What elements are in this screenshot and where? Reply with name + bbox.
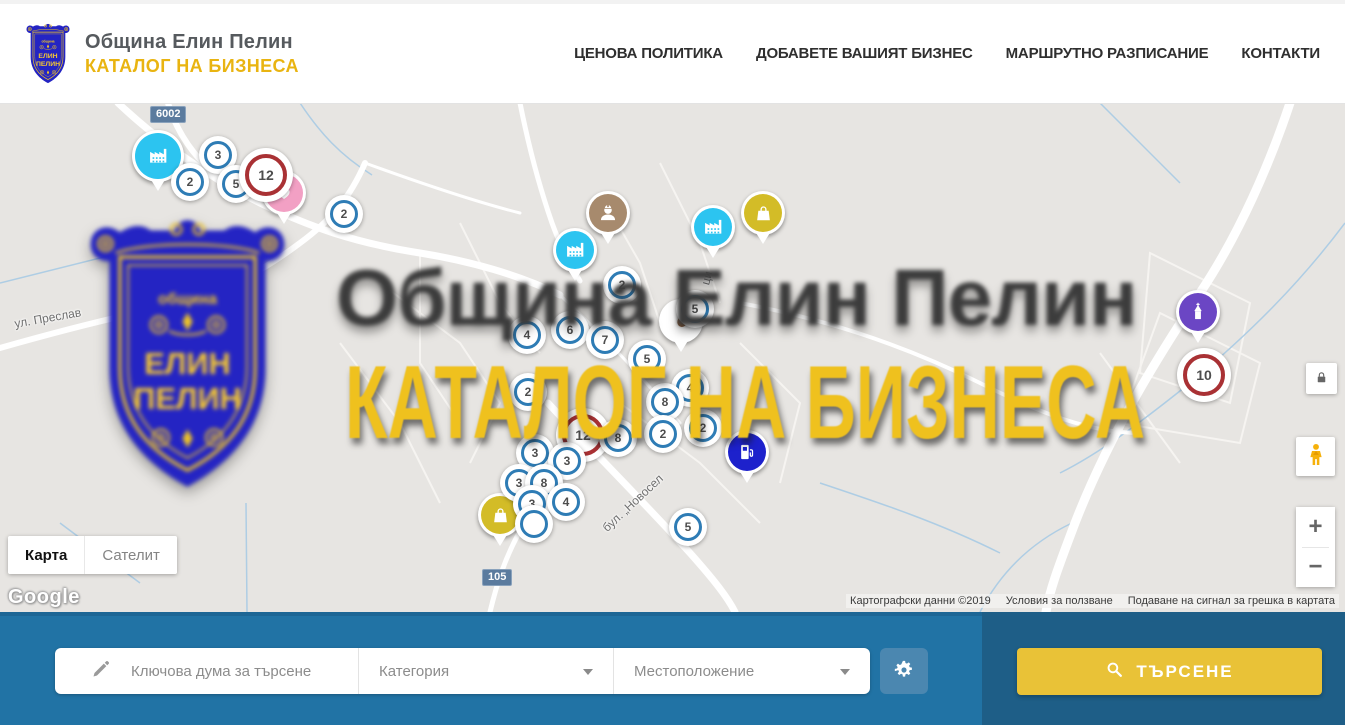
lock-icon [1314, 370, 1329, 388]
zoom-control: + − [1296, 507, 1335, 587]
search-icon [1105, 660, 1124, 684]
map-watermark-title: Община Елин Пелин [336, 258, 1137, 338]
location-select-label: Местоположение [634, 663, 754, 680]
cluster-marker[interactable]: 5 [669, 508, 707, 546]
category-select-label: Категория [379, 663, 449, 680]
cluster-count: 10 [1183, 354, 1225, 396]
attribution-copyright: Картографски данни ©2019 [850, 595, 991, 607]
search-button[interactable]: ТЪРСЕНЕ [1017, 648, 1322, 695]
pegman-icon [1303, 442, 1329, 471]
map-canvas[interactable]: ул. Преславбул. „Новоселци6002105 325122… [0, 103, 1345, 612]
emblem-top-text: община [158, 291, 218, 308]
cluster-count [520, 510, 548, 538]
gear-icon [893, 659, 915, 684]
pin-marker-church[interactable] [1176, 290, 1220, 334]
municipality-emblem: община ЕЛИН ПЕЛИН [25, 23, 71, 85]
emblem-top-text: община [41, 39, 54, 43]
site-title: Община Елин Пелин [85, 31, 299, 54]
cluster-marker[interactable]: 12 [239, 148, 293, 202]
cluster-count: 3 [204, 141, 232, 169]
emblem-name-line2: ПЕЛИН [133, 381, 242, 416]
search-bar: Категория Местоположение ТЪРСЕНЕ [0, 612, 1345, 725]
map-type-control: Карта Сателит [8, 536, 177, 574]
nav-contacts[interactable]: КОНТАКТИ [1241, 45, 1320, 62]
road-number-badge: 105 [482, 569, 512, 586]
pegman-button[interactable] [1296, 437, 1335, 476]
map-watermark-emblem: община ЕЛИН ПЕЛИН [85, 216, 290, 495]
zoom-in-button[interactable]: + [1296, 507, 1335, 547]
pin-marker-factory[interactable] [691, 205, 735, 249]
cluster-count: 2 [330, 200, 358, 228]
cluster-marker[interactable]: 2 [171, 163, 209, 201]
cluster-count: 12 [245, 154, 287, 196]
pin-marker-worker[interactable] [586, 191, 630, 235]
emblem-name-line1: ЕЛИН [38, 53, 57, 60]
search-fields: Категория Местоположение [55, 648, 870, 694]
map-watermark-subtitle: КАТАЛОГ НА БИЗНЕСА [345, 351, 1145, 455]
site-logo[interactable]: община ЕЛИН ПЕЛИН Община Елин Пелин КАТА… [25, 23, 299, 85]
search-button-label: ТЪРСЕНЕ [1136, 662, 1233, 682]
chevron-down-icon [840, 669, 850, 680]
site-subtitle: КАТАЛОГ НА БИЗНЕСА [85, 56, 299, 77]
emblem-name-line1: ЕЛИН [144, 346, 230, 381]
nav-add-your-business[interactable]: ДОБАВЕТЕ ВАШИЯТ БИЗНЕС [756, 45, 973, 62]
map-type-satellite-button[interactable]: Сателит [84, 536, 177, 574]
map-type-map-button[interactable]: Карта [8, 536, 84, 574]
cluster-marker[interactable]: 2 [325, 195, 363, 233]
attribution-terms-link[interactable]: Условия за ползване [1006, 595, 1113, 607]
pencil-icon [91, 659, 111, 684]
page: община ЕЛИН ПЕЛИН Община Елин Пелин КАТА… [0, 0, 1345, 725]
attribution-report-error-link[interactable]: Подаване на сигнал за грешка в картата [1128, 595, 1335, 607]
cluster-marker[interactable] [515, 505, 553, 543]
main-nav: ЦЕНОВА ПОЛИТИКА ДОБАВЕТЕ ВАШИЯТ БИЗНЕС М… [574, 45, 1320, 62]
header: община ЕЛИН ПЕЛИН Община Елин Пелин КАТА… [0, 0, 1345, 103]
emblem-name-line2: ПЕЛИН [36, 60, 60, 67]
zoom-out-button[interactable]: − [1296, 548, 1335, 588]
cluster-count: 5 [674, 513, 702, 541]
cluster-marker[interactable]: 4 [547, 483, 585, 521]
keyword-input[interactable] [131, 663, 348, 680]
category-select[interactable]: Категория [358, 648, 613, 694]
cluster-count: 2 [176, 168, 204, 196]
location-select[interactable]: Местоположение [613, 648, 870, 694]
shopping-bag-icon [744, 194, 782, 232]
church-icon [1179, 293, 1217, 331]
chevron-down-icon [583, 669, 593, 680]
cluster-count: 4 [552, 488, 580, 516]
nav-route-schedule[interactable]: МАРШРУТНО РАЗПИСАНИЕ [1006, 45, 1209, 62]
cluster-marker[interactable]: 10 [1177, 348, 1231, 402]
nav-price-policy[interactable]: ЦЕНОВА ПОЛИТИКА [574, 45, 723, 62]
pin-marker-shopping-bag[interactable] [741, 191, 785, 235]
lock-button[interactable] [1306, 363, 1337, 394]
worker-icon [589, 194, 627, 232]
site-title-block: Община Елин Пелин КАТАЛОГ НА БИЗНЕСА [85, 31, 299, 77]
road-number-badge: 6002 [150, 106, 186, 123]
factory-icon [694, 208, 732, 246]
google-logo[interactable]: Google [8, 586, 80, 609]
keyword-field[interactable] [55, 648, 358, 694]
map-attribution: Картографски данни ©2019 Условия за полз… [846, 594, 1339, 608]
settings-button[interactable] [880, 648, 928, 694]
